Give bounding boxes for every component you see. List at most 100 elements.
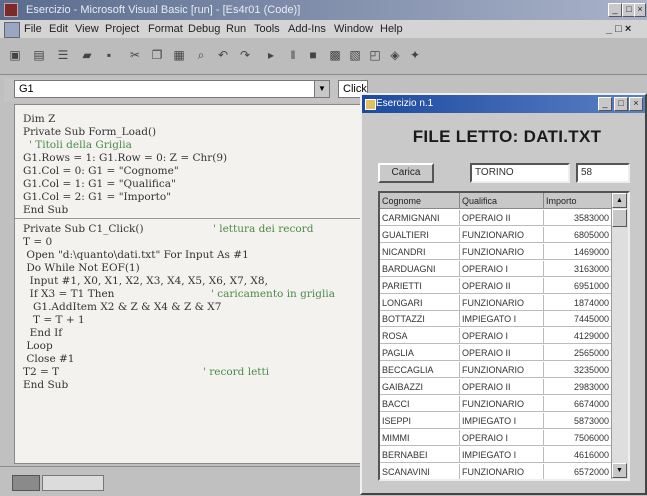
pause-icon[interactable]: ‖ — [284, 46, 302, 64]
table-cell: FUNZIONARIO — [460, 362, 544, 379]
copy-icon[interactable]: ❐ — [148, 46, 166, 64]
redo-icon[interactable]: ↷ — [236, 46, 254, 64]
code-line: ' Titoli della Griglia — [29, 139, 132, 151]
chevron-down-icon[interactable]: ▼ — [314, 81, 329, 97]
data-grid[interactable]: Cognome Qualifica Importo CARMIGNANI OPER… — [378, 191, 630, 481]
code-line: G1.AddItem X2 & Z & X4 & Z & X7 — [23, 301, 222, 313]
cut-icon[interactable]: ✂ — [126, 46, 144, 64]
table-cell: 3583000 — [544, 210, 612, 226]
table-cell: 4616000 — [544, 446, 612, 463]
scroll-thumb[interactable] — [612, 209, 627, 227]
table-cell: 6951000 — [544, 277, 612, 294]
table-cell: FUNZIONARIO — [460, 226, 544, 243]
table-cell: GUALTIERI — [380, 226, 460, 243]
table-cell: ISEPPI — [380, 412, 460, 429]
table-cell: 2983000 — [544, 379, 612, 395]
table-cell: FUNZIONARIO — [460, 463, 544, 479]
table-cell: PARIETTI — [380, 277, 460, 294]
project-explorer-icon[interactable]: ▩ — [326, 46, 344, 64]
close-icon[interactable]: × — [634, 3, 646, 17]
menu-bar: File Edit View Project Format Debug Run … — [0, 20, 647, 38]
table-cell: 3163000 — [544, 260, 612, 277]
table-cell: 1469000 — [544, 243, 612, 260]
code-line: End Sub — [23, 379, 69, 391]
table-cell: FUNZIONARIO — [460, 294, 544, 311]
find-icon[interactable]: ⌕ — [192, 46, 210, 64]
toolbox-icon[interactable]: ✦ — [406, 46, 424, 64]
menu-edit[interactable]: Edit — [49, 20, 68, 38]
run-icon[interactable]: ▸ — [262, 46, 280, 64]
code-window-icon[interactable] — [4, 22, 20, 38]
close-icon[interactable]: × — [629, 97, 643, 111]
menu-project[interactable]: Project — [105, 20, 139, 38]
table-cell: MIMMI — [380, 429, 460, 446]
menu-view[interactable]: View — [75, 20, 99, 38]
table-cell: OPERAIO II — [460, 277, 544, 294]
toolbar: ▣ ▤ ☰ ▰ ▪ ✂ ❐ ▦ ⌕ ↶ ↷ ▸ ‖ ■ ▩ ▧ ◰ ◈ ✦ — [0, 38, 647, 75]
code-line: G1.Col = 2: G1 = "Importo" — [23, 191, 172, 203]
table-cell: 3235000 — [544, 362, 612, 379]
menu-format[interactable]: Format — [148, 20, 183, 38]
code-line: Close #1 — [23, 353, 75, 365]
add-project-icon[interactable]: ▣ — [6, 46, 24, 64]
code-line: Dim Z — [23, 113, 56, 125]
city-field[interactable]: TORINO — [470, 163, 570, 183]
grid-header-cell[interactable]: Cognome — [380, 193, 460, 209]
grid-header-cell[interactable]: Qualifica — [460, 193, 544, 209]
child-window-controls[interactable]: _ □ × — [606, 20, 631, 38]
scroll-down-icon[interactable]: ▼ — [612, 463, 627, 478]
menu-debug[interactable]: Debug — [188, 20, 220, 38]
menu-tools[interactable]: Tools — [254, 20, 280, 38]
table-cell: OPERAIO II — [460, 345, 544, 362]
menu-run[interactable]: Run — [226, 20, 246, 38]
table-cell: BARDUAGNI — [380, 260, 460, 277]
code-editor[interactable]: Dim Z Private Sub Form_Load() ' Titoli d… — [14, 104, 364, 464]
code-line: G1.Col = 0: G1 = "Cognome" — [23, 165, 179, 177]
count-field[interactable]: 58 — [576, 163, 630, 183]
stop-icon[interactable]: ■ — [304, 46, 322, 64]
form-icon — [365, 99, 376, 110]
form-title-text: Esercizio n.1 — [376, 98, 434, 109]
menu-addins[interactable]: Add-Ins — [288, 20, 326, 38]
open-project-icon[interactable]: ▰ — [78, 46, 96, 64]
table-cell: CARMIGNANI — [380, 210, 460, 226]
table-cell: NICANDRI — [380, 243, 460, 260]
maximize-icon[interactable]: □ — [614, 97, 628, 111]
object-browser-icon[interactable]: ◈ — [386, 46, 404, 64]
menu-file[interactable]: File — [24, 20, 42, 38]
code-line: End Sub — [23, 204, 69, 216]
load-button[interactable]: Carica — [378, 163, 434, 183]
properties-icon[interactable]: ▧ — [346, 46, 364, 64]
grid-header-cell[interactable]: Importo — [544, 193, 612, 209]
procedure-separator — [15, 218, 363, 219]
minimize-icon[interactable]: _ — [598, 97, 612, 111]
vertical-scrollbar[interactable]: ▲ ▼ — [611, 193, 628, 479]
procedure-view-icon[interactable] — [12, 475, 40, 491]
table-cell: BOTTAZZI — [380, 311, 460, 328]
form-window: Esercizio n.1 _ □ × FILE LETTO: DATI.TXT… — [360, 93, 647, 495]
object-combo[interactable]: G1 ▼ — [14, 80, 330, 98]
menu-help[interactable]: Help — [380, 20, 403, 38]
menu-editor-icon[interactable]: ☰ — [54, 46, 72, 64]
scroll-up-icon[interactable]: ▲ — [612, 193, 627, 208]
code-comment: ' caricamento in griglia — [211, 288, 335, 300]
table-cell: 7445000 — [544, 311, 612, 328]
table-cell: OPERAIO I — [460, 260, 544, 277]
menu-window[interactable]: Window — [334, 20, 373, 38]
code-line: G1.Rows = 1: G1.Row = 0: Z = Chr(9) — [23, 152, 228, 164]
vb-app-icon[interactable] — [4, 3, 18, 17]
code-line: T2 = T ' record letti — [23, 366, 270, 378]
save-icon[interactable]: ▪ — [100, 46, 118, 64]
table-cell: OPERAIO I — [460, 328, 544, 345]
code-line: Private Sub Form_Load() — [23, 126, 157, 138]
code-comment: ' Titoli della Griglia — [29, 139, 132, 151]
table-cell: BERNABEI — [380, 446, 460, 463]
paste-icon[interactable]: ▦ — [170, 46, 188, 64]
add-form-icon[interactable]: ▤ — [30, 46, 48, 64]
undo-icon[interactable]: ↶ — [214, 46, 232, 64]
horizontal-scrollbar[interactable] — [42, 475, 104, 491]
minimize-icon[interactable]: _ — [608, 3, 622, 17]
table-cell: IMPIEGATO I — [460, 412, 544, 429]
table-cell: 7506000 — [544, 429, 612, 446]
form-layout-icon[interactable]: ◰ — [366, 46, 384, 64]
